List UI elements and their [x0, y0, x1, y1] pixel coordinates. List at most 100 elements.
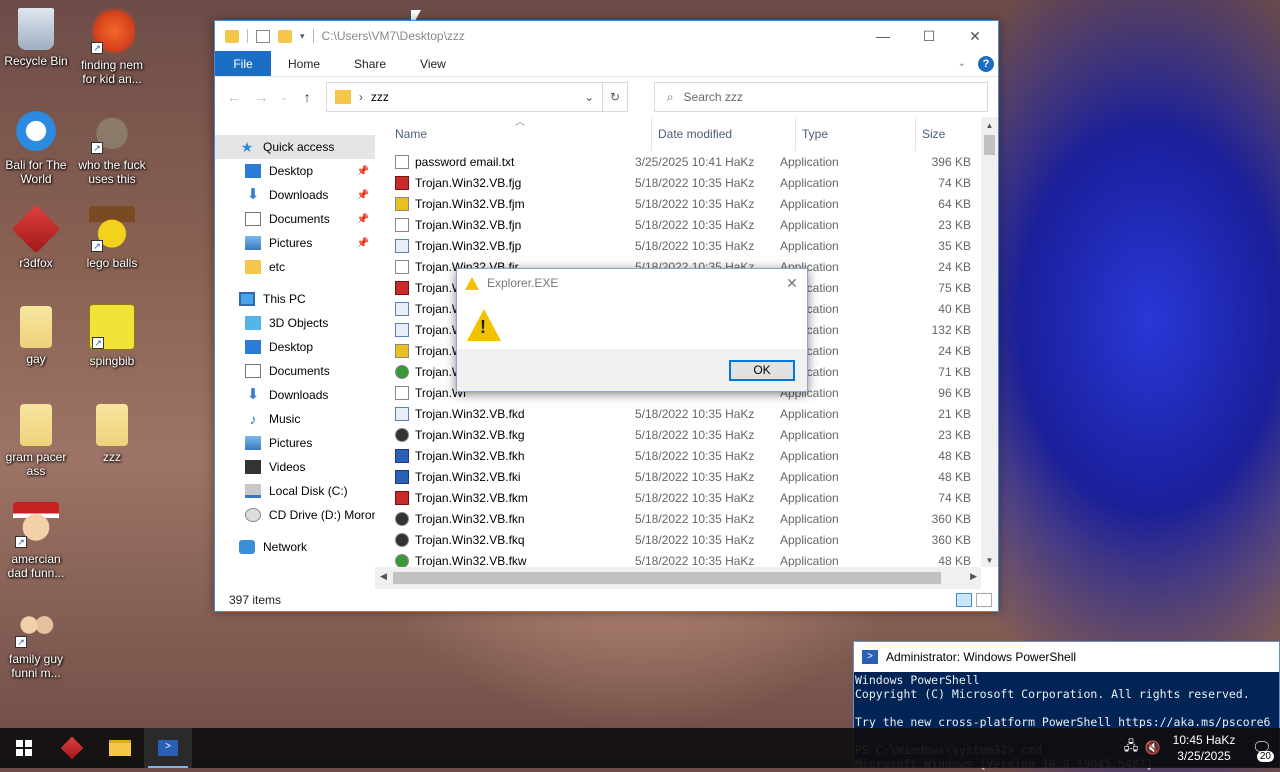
nav-pictures[interactable]: Pictures 📌: [215, 231, 375, 255]
file-row[interactable]: Trojan.Win32.VB.fjn 5/18/2022 10:35 HaKz A…: [375, 214, 998, 235]
expand-ribbon-icon[interactable]: ⌄: [958, 58, 966, 69]
file-name: Trojan.Win32.VB.fki: [415, 469, 521, 484]
nav-quick-access[interactable]: ★ Quick access: [215, 135, 375, 159]
ok-button[interactable]: OK: [729, 360, 795, 381]
recent-locations-icon[interactable]: ⌄: [280, 92, 289, 103]
file-icon: [395, 427, 409, 442]
tab-view[interactable]: View: [403, 51, 463, 76]
nav-pc-pictures[interactable]: Pictures: [215, 431, 375, 455]
column-headers: ︿ Name Date modified Type Size: [375, 117, 998, 151]
desktop-icon-recycle-bin[interactable]: Recycle Bin: [0, 8, 72, 68]
tab-file[interactable]: File: [215, 51, 271, 76]
scroll-up-icon[interactable]: ▲: [981, 121, 998, 130]
volume-muted-icon[interactable]: 🔇: [1142, 740, 1164, 756]
desktop-icon-spingbib[interactable]: ↗ spingbib: [76, 304, 148, 368]
nav-videos[interactable]: Videos: [215, 455, 375, 479]
desktop-icon-bali[interactable]: Bali for The World: [0, 108, 72, 186]
file-row[interactable]: password email.txt 3/25/2025 10:41 HaKz Ap…: [375, 151, 998, 172]
up-icon[interactable]: ↑: [298, 89, 316, 105]
file-row[interactable]: Trojan.Win32.VB.fkd 5/18/2022 10:35 HaKz A…: [375, 403, 998, 424]
column-type[interactable]: Type: [796, 117, 916, 151]
taskbar-powershell[interactable]: >: [144, 728, 192, 768]
nav-cd-drive[interactable]: CD Drive (D:) Moror: [215, 503, 375, 527]
file-row[interactable]: Trojan.Win32.VB.fkn 5/18/2022 10:35 HaKz A…: [375, 508, 998, 529]
clock[interactable]: 10:45 HaKz 3/25/2025: [1164, 732, 1244, 764]
file-name-cell: Trojan.Win32.VB.fjp: [395, 238, 635, 253]
nav-documents[interactable]: Documents 📌: [215, 207, 375, 231]
new-folder-icon[interactable]: [278, 29, 292, 43]
vertical-scrollbar[interactable]: ▲ ▼: [981, 117, 998, 567]
search-input[interactable]: ⌕ Search zzz: [653, 82, 989, 112]
desktop-icon-gram-pacer[interactable]: gram pacer ass: [0, 404, 72, 478]
quick-toolbar-dropdown-icon[interactable]: ▾: [300, 31, 305, 42]
file-row[interactable]: Trojan.Win32.VB.fjg 5/18/2022 10:35 HaKz A…: [375, 172, 998, 193]
details-view-icon[interactable]: [956, 593, 972, 607]
powershell-title-bar[interactable]: > Administrator: Windows PowerShell: [854, 642, 1279, 672]
nav-music[interactable]: ♪ Music: [215, 407, 375, 431]
maximize-button[interactable]: ☐: [906, 28, 952, 45]
dialog-title-bar[interactable]: Explorer.EXE ✕: [457, 269, 807, 297]
help-icon[interactable]: ?: [978, 55, 994, 72]
large-icons-view-icon[interactable]: [976, 593, 992, 607]
action-center-button[interactable]: 🗨 20: [1244, 728, 1280, 768]
network-icon: [239, 540, 255, 554]
breadcrumb-folder[interactable]: zzz: [371, 90, 389, 104]
forward-icon[interactable]: →: [253, 89, 271, 105]
file-name: Trojan.Win32.VB.fkd: [415, 406, 525, 421]
desktop-icon-zzz[interactable]: zzz: [76, 404, 148, 464]
desktop-icon-finding-nem[interactable]: ↗ finding nem for kid an...: [76, 8, 148, 86]
start-button[interactable]: [0, 728, 48, 768]
column-date-modified[interactable]: Date modified: [652, 117, 796, 151]
scroll-right-icon[interactable]: ▶: [970, 571, 977, 582]
nav-pc-desktop[interactable]: Desktop: [215, 335, 375, 359]
scroll-down-icon[interactable]: ▼: [981, 556, 998, 565]
horizontal-scrollbar[interactable]: ◀ ▶: [375, 567, 981, 589]
nav-pc-documents[interactable]: Documents: [215, 359, 375, 383]
dialog-close-button[interactable]: ✕: [777, 275, 807, 292]
file-row[interactable]: Trojan.Win32.VB.fjp 5/18/2022 10:35 HaKz A…: [375, 235, 998, 256]
properties-icon[interactable]: [256, 29, 270, 43]
file-row[interactable]: Trojan.Win32.VB.fkh 5/18/2022 10:35 HaKz A…: [375, 445, 998, 466]
desktop-icon-family-guy[interactable]: ↗ family guy funni m...: [0, 602, 72, 680]
gimp-icon: ↗: [89, 108, 135, 154]
file-row[interactable]: Trojan.Win32.VB.fkm 5/18/2022 10:35 HaKz A…: [375, 487, 998, 508]
file-row[interactable]: Trojan.Win32.VB.fjm 5/18/2022 10:35 HaKz A…: [375, 193, 998, 214]
title-bar[interactable]: ▾ C:\Users\VM7\Desktop\zzz — ☐ ✕: [215, 21, 998, 51]
desktop-icon-r3dfox[interactable]: r3dfox: [0, 204, 72, 270]
taskbar-file-explorer[interactable]: [96, 728, 144, 768]
close-button[interactable]: ✕: [952, 28, 998, 45]
back-icon[interactable]: ←: [225, 89, 243, 105]
nav-label: Downloads: [269, 388, 329, 402]
address-dropdown-icon[interactable]: ⌄: [584, 90, 594, 104]
scroll-left-icon[interactable]: ◀: [380, 571, 387, 582]
file-icon: [395, 154, 409, 169]
scroll-thumb[interactable]: [984, 135, 995, 155]
nav-downloads[interactable]: ⬇ Downloads 📌: [215, 183, 375, 207]
file-row[interactable]: Trojan.Win32.VB.fki 5/18/2022 10:35 HaKz A…: [375, 466, 998, 487]
nav-3d-objects[interactable]: 3D Objects: [215, 311, 375, 335]
file-row[interactable]: Trojan.Win32.VB.fkq 5/18/2022 10:35 HaKz A…: [375, 529, 998, 550]
desktop-icon-gimp[interactable]: ↗ who the fuck uses this: [76, 108, 148, 186]
column-size[interactable]: Size: [916, 117, 986, 151]
file-row[interactable]: Trojan.Win32.VB.fkg 5/18/2022 10:35 HaKz A…: [375, 424, 998, 445]
nav-desktop[interactable]: Desktop 📌: [215, 159, 375, 183]
file-size: 64 KB: [938, 196, 971, 211]
nav-pc-downloads[interactable]: ⬇ Downloads: [215, 383, 375, 407]
nav-network[interactable]: Network: [215, 535, 375, 559]
minimize-button[interactable]: —: [860, 28, 906, 45]
taskbar-r3dfox[interactable]: [48, 728, 96, 768]
address-bar[interactable]: › zzz ⌄: [325, 82, 604, 112]
nav-local-disk[interactable]: Local Disk (C:): [215, 479, 375, 503]
tab-share[interactable]: Share: [337, 51, 403, 76]
desktop-icon-gay[interactable]: gay: [0, 306, 72, 366]
tab-home[interactable]: Home: [271, 51, 337, 76]
network-icon[interactable]: 🖧: [1120, 737, 1142, 759]
nav-this-pc[interactable]: This PC: [215, 287, 375, 311]
desktop-icon-amercian-dad[interactable]: ↗ amercian dad funn...: [0, 502, 72, 580]
explorer-exe-dialog[interactable]: Explorer.EXE ✕ OK: [456, 268, 808, 392]
nav-etc[interactable]: etc: [215, 255, 375, 279]
refresh-button[interactable]: ↻: [602, 82, 628, 112]
scroll-thumb[interactable]: [393, 572, 941, 584]
desktop-icon-lego-balls[interactable]: ↗ lego balls: [76, 206, 148, 270]
file-name: Trojan.Win32.VB.fjm: [415, 196, 525, 211]
